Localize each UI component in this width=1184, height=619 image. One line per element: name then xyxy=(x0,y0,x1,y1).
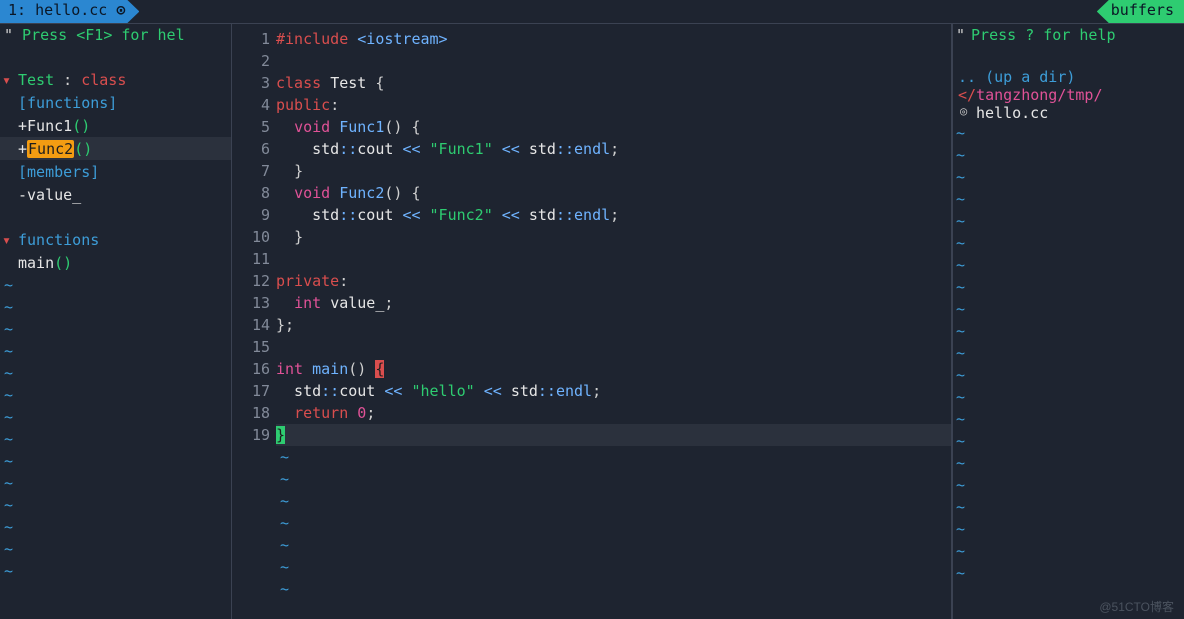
filetree-up-dir[interactable]: .. (up a dir) xyxy=(952,68,1184,86)
editor-pane[interactable]: 12345678910111213141516171819 #include <… xyxy=(232,24,952,619)
tag-member-value_[interactable]: -value_ xyxy=(0,183,231,206)
empty-line-marker: ~ xyxy=(276,556,951,578)
tab-modified-icon: ⊙ xyxy=(116,1,125,19)
tab-buffers-label: buffers xyxy=(1111,1,1174,19)
tab-file[interactable]: 1: hello.cc ⊙ xyxy=(0,0,139,23)
empty-line-marker: ~ xyxy=(952,144,1184,166)
code-line-7[interactable]: } xyxy=(276,160,951,182)
tab-buffers[interactable]: buffers xyxy=(1097,0,1184,23)
empty-line-marker: ~ xyxy=(276,490,951,512)
tagbar-pane[interactable]: " Press <F1> for hel ▾Test : class [func… xyxy=(0,24,232,619)
code-line-16[interactable]: int main() { xyxy=(276,358,951,380)
empty-line-marker: ~ xyxy=(276,446,951,468)
empty-line-marker: ~ xyxy=(952,540,1184,562)
empty-line-marker: ~ xyxy=(0,406,231,428)
code-line-10[interactable]: } xyxy=(276,226,951,248)
filetree-pane[interactable]: " Press ? for help .. (up a dir) </tangz… xyxy=(952,24,1184,619)
empty-line-marker: ~ xyxy=(952,232,1184,254)
code-line-15[interactable] xyxy=(276,336,951,358)
tab-bar: 1: hello.cc ⊙ buffers xyxy=(0,0,1184,24)
empty-line-marker: ~ xyxy=(276,534,951,556)
empty-line-marker: ~ xyxy=(952,298,1184,320)
code-line-4[interactable]: public: xyxy=(276,94,951,116)
tab-file-label: 1: hello.cc xyxy=(8,1,116,19)
empty-line-marker: ~ xyxy=(952,122,1184,144)
code-line-14[interactable]: }; xyxy=(276,314,951,336)
empty-line-marker: ~ xyxy=(952,342,1184,364)
code-line-18[interactable]: return 0; xyxy=(276,402,951,424)
empty-line-marker: ~ xyxy=(0,472,231,494)
empty-line-marker: ~ xyxy=(952,364,1184,386)
code-line-19[interactable]: } xyxy=(276,424,951,446)
empty-line-marker: ~ xyxy=(952,276,1184,298)
empty-line-marker: ~ xyxy=(0,274,231,296)
code-line-3[interactable]: class Test { xyxy=(276,72,951,94)
empty-line-marker: ~ xyxy=(952,562,1184,584)
empty-line-marker: ~ xyxy=(0,318,231,340)
empty-line-marker: ~ xyxy=(952,188,1184,210)
code-area[interactable]: #include <iostream> class Test {public: v… xyxy=(276,24,951,619)
code-line-9[interactable]: std::cout << "Func2" << std::endl; xyxy=(276,204,951,226)
tag-fn-func2[interactable]: +Func2() xyxy=(0,137,231,160)
empty-line-marker: ~ xyxy=(0,362,231,384)
filetree-help: " Press ? for help xyxy=(952,24,1184,46)
empty-line-marker: ~ xyxy=(0,516,231,538)
tagbar-help: " Press <F1> for hel xyxy=(0,24,231,46)
empty-line-marker: ~ xyxy=(952,386,1184,408)
empty-line-marker: ~ xyxy=(952,452,1184,474)
empty-line-marker: ~ xyxy=(0,538,231,560)
tag-class-test[interactable]: ▾Test : class xyxy=(0,68,231,91)
code-line-1[interactable]: #include <iostream> xyxy=(276,28,951,50)
empty-line-marker: ~ xyxy=(0,340,231,362)
empty-line-marker: ~ xyxy=(0,494,231,516)
tag-subheader-members: [members] xyxy=(0,160,231,183)
empty-line-marker: ~ xyxy=(276,468,951,490)
empty-line-marker: ~ xyxy=(0,560,231,582)
empty-line-marker: ~ xyxy=(952,320,1184,342)
empty-line-marker: ~ xyxy=(952,166,1184,188)
code-line-17[interactable]: std::cout << "hello" << std::endl; xyxy=(276,380,951,402)
code-line-12[interactable]: private: xyxy=(276,270,951,292)
code-line-8[interactable]: void Func2() { xyxy=(276,182,951,204)
empty-line-marker: ~ xyxy=(0,428,231,450)
tag-group-functions[interactable]: ▾functions xyxy=(0,228,231,251)
code-line-2[interactable] xyxy=(276,50,951,72)
line-number-gutter: 12345678910111213141516171819 xyxy=(232,24,276,619)
code-line-5[interactable]: void Func1() { xyxy=(276,116,951,138)
empty-line-marker: ~ xyxy=(952,518,1184,540)
main-layout: " Press <F1> for hel ▾Test : class [func… xyxy=(0,24,1184,619)
filetree-file[interactable]: hello.cc xyxy=(952,104,1184,122)
empty-line-marker: ~ xyxy=(952,254,1184,276)
watermark: @51CTO博客 xyxy=(1099,598,1174,615)
code-line-13[interactable]: int value_; xyxy=(276,292,951,314)
empty-line-marker: ~ xyxy=(952,496,1184,518)
empty-line-marker: ~ xyxy=(952,210,1184,232)
empty-line-marker: ~ xyxy=(276,512,951,534)
empty-line-marker: ~ xyxy=(952,474,1184,496)
empty-line-marker: ~ xyxy=(952,408,1184,430)
filetree-path[interactable]: </tangzhong/tmp/ xyxy=(952,86,1184,104)
code-line-11[interactable] xyxy=(276,248,951,270)
tag-fn-func1[interactable]: +Func1() xyxy=(0,114,231,137)
empty-line-marker: ~ xyxy=(0,384,231,406)
empty-line-marker: ~ xyxy=(0,296,231,318)
code-line-6[interactable]: std::cout << "Func1" << std::endl; xyxy=(276,138,951,160)
tag-fn-main[interactable]: main() xyxy=(0,251,231,274)
empty-line-marker: ~ xyxy=(952,430,1184,452)
empty-line-marker: ~ xyxy=(276,578,951,600)
tag-subheader-functions: [functions] xyxy=(0,91,231,114)
empty-line-marker: ~ xyxy=(0,450,231,472)
